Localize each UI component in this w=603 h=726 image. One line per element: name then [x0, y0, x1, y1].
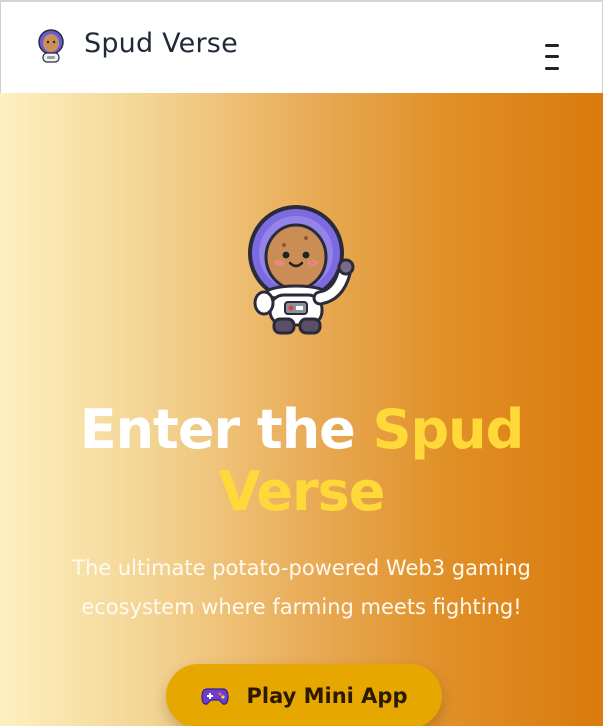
brand-name[interactable]: Spud Verse — [84, 28, 238, 59]
hero-subtitle-line-1: The ultimate potato-powered Web3 gaming — [72, 556, 531, 580]
hero-title-yellow: Spud — [372, 398, 525, 461]
hero-title: Enter the Spud Verse — [0, 399, 603, 523]
hero-section: Enter the Spud Verse The ultimate potato… — [0, 93, 603, 726]
hero-title-white: Enter the — [79, 398, 373, 461]
hero-subtitle: The ultimate potato-powered Web3 gaming … — [40, 549, 563, 627]
gamepad-icon — [200, 688, 229, 705]
play-mini-app-label: Play Mini App — [246, 684, 408, 708]
hamburger-menu-icon[interactable] — [537, 40, 567, 76]
hero-subtitle-line-2: ecosystem where farming meets fighting! — [81, 595, 522, 619]
hero-title-yellow-2: Verse — [218, 460, 386, 523]
site-header: Spud Verse — [0, 2, 603, 93]
astronaut-potato-mascot-icon — [248, 205, 355, 335]
astronaut-potato-logo-icon[interactable] — [35, 29, 67, 65]
play-mini-app-button[interactable]: Play Mini App — [166, 664, 442, 726]
